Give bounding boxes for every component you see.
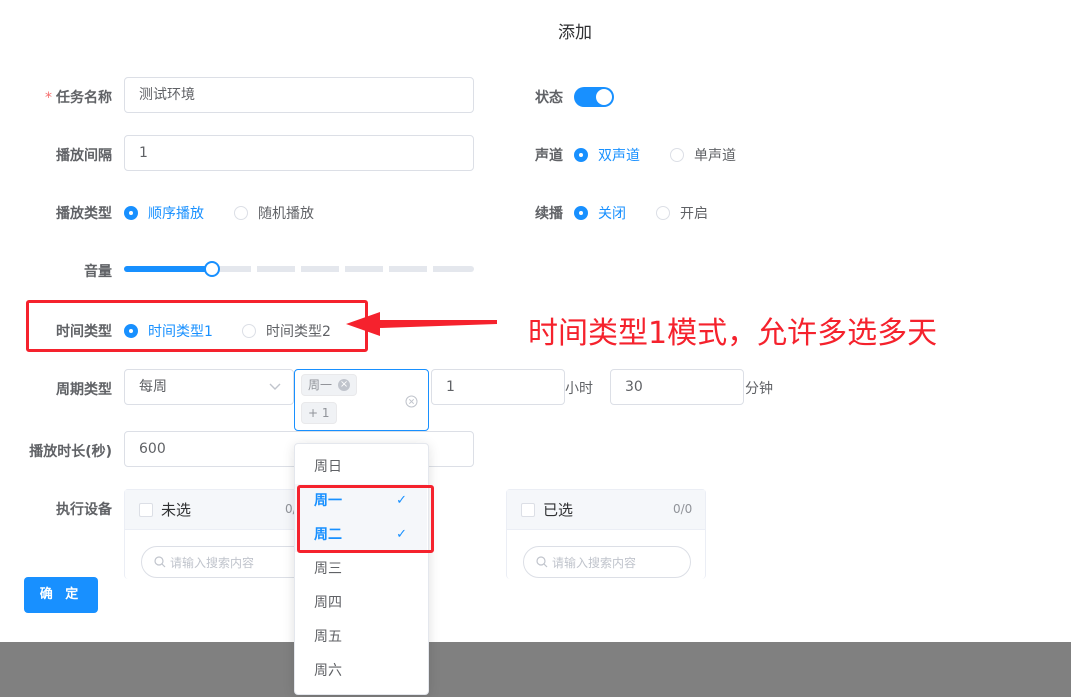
dropdown-option[interactable]: 周六 (295, 654, 427, 688)
radio-time-type-1[interactable]: 时间类型1 (124, 321, 213, 341)
status-switch[interactable] (574, 87, 614, 107)
weekday-tag: 周一 × (301, 374, 358, 396)
channel-label: 声道 (535, 148, 563, 164)
confirm-button[interactable]: 确 定 (24, 577, 98, 613)
radio-stereo-label: 双声道 (598, 148, 640, 164)
radio-mono[interactable]: 单声道 (670, 145, 736, 165)
slider-stop (295, 266, 301, 272)
chevron-down-icon (269, 383, 281, 390)
resume-label: 续播 (535, 206, 563, 222)
task-name-label-text: 任务名称 (56, 90, 112, 106)
transfer-right-title: 已选 (543, 501, 574, 519)
radio-resume-off-label: 关闭 (598, 206, 626, 222)
modal-overlay (0, 642, 1071, 697)
dropdown-option-label: 周五 (314, 629, 342, 645)
radio-dot (656, 206, 670, 220)
cycle-type-value: 每周 (139, 379, 167, 395)
time-type-label: 时间类型 (56, 324, 112, 340)
clear-icon[interactable] (405, 395, 418, 408)
interval-input[interactable]: 1 (124, 135, 474, 171)
radio-resume-off[interactable]: 关闭 (574, 203, 626, 223)
volume-label: 音量 (84, 264, 112, 280)
radio-time-type-1-label: 时间类型1 (148, 324, 213, 340)
hour-input[interactable]: 1 (431, 369, 565, 405)
volume-slider[interactable] (124, 261, 474, 277)
transfer-right-header: 已选 0/0 (507, 490, 705, 530)
volume-slider-fill (124, 266, 212, 272)
weekday-dropdown: 周日 周一 ✓ 周二 ✓ 周三 周四 周五 周六 (294, 443, 429, 695)
required-mark: * (45, 90, 52, 106)
task-name-input[interactable]: 测试环境 (124, 77, 474, 113)
transfer-left-title: 未选 (161, 501, 192, 519)
radio-random[interactable]: 随机播放 (234, 203, 314, 223)
dropdown-option[interactable]: 周日 (295, 450, 427, 484)
radio-resume-on[interactable]: 开启 (656, 203, 708, 223)
radio-dot-checked (124, 206, 138, 220)
radio-dot-checked (574, 206, 588, 220)
radio-time-type-2-label: 时间类型2 (266, 324, 331, 340)
minute-input[interactable]: 30 (610, 369, 744, 405)
hour-unit: 小时 (565, 381, 593, 397)
dialog-title: 添加 (558, 23, 592, 43)
cycle-type-label: 周期类型 (56, 382, 112, 398)
weekday-multiselect[interactable]: 周一 × + 1 (294, 369, 429, 431)
search-placeholder: 请输入搜索内容 (170, 555, 255, 570)
radio-mono-label: 单声道 (694, 148, 736, 164)
radio-dot-checked (574, 148, 588, 162)
annotation-text: 时间类型1模式，允许多选多天 (528, 316, 938, 351)
more-tag: + 1 (301, 402, 337, 424)
radio-sequential[interactable]: 顺序播放 (124, 203, 204, 223)
dropdown-option-label: 周三 (314, 561, 342, 577)
radio-dot (242, 324, 256, 338)
radio-dot-checked (124, 324, 138, 338)
annotation-highlight-box (297, 485, 434, 553)
minute-unit: 分钟 (745, 381, 773, 397)
dropdown-option-label: 周四 (314, 595, 342, 611)
search-placeholder: 请输入搜索内容 (552, 555, 637, 570)
search-icon (154, 556, 166, 568)
radio-sequential-label: 顺序播放 (148, 206, 204, 222)
slider-stop (383, 266, 389, 272)
slider-stop (427, 266, 433, 272)
transfer-right-panel: 已选 0/0 请输入搜索内容 (506, 489, 706, 579)
radio-random-label: 随机播放 (258, 206, 314, 222)
transfer-right-search[interactable]: 请输入搜索内容 (523, 546, 691, 578)
cycle-type-select[interactable]: 每周 (124, 369, 294, 405)
play-type-label: 播放类型 (56, 206, 112, 222)
slider-stop (339, 266, 345, 272)
transfer-right-count: 0/0 (673, 502, 693, 516)
search-icon (536, 556, 548, 568)
duration-label: 播放时长(秒) (29, 444, 112, 460)
task-name-label: * 任务名称 (30, 87, 112, 107)
radio-stereo[interactable]: 双声道 (574, 145, 640, 165)
volume-slider-handle[interactable] (204, 261, 220, 277)
slider-stop (251, 266, 257, 272)
dropdown-option[interactable]: 周四 (295, 586, 427, 620)
more-tag-label: + 1 (308, 406, 330, 420)
transfer-left-search[interactable]: 请输入搜索内容 (141, 546, 311, 578)
tag-close-icon[interactable]: × (338, 379, 351, 391)
annotation-arrow (346, 312, 497, 336)
select-all-checkbox[interactable] (521, 502, 535, 517)
radio-resume-on-label: 开启 (680, 206, 708, 222)
dropdown-option[interactable]: 周三 (295, 552, 427, 586)
radio-dot (234, 206, 248, 220)
radio-dot (670, 148, 684, 162)
dropdown-option-label: 周日 (314, 459, 342, 475)
dropdown-option[interactable]: 周五 (295, 620, 427, 654)
weekday-tag-label: 周一 (308, 378, 333, 392)
dropdown-option-label: 周六 (314, 663, 342, 679)
select-all-checkbox[interactable] (139, 502, 153, 517)
devices-label: 执行设备 (56, 502, 112, 518)
switch-knob (596, 89, 612, 105)
status-label: 状态 (535, 90, 563, 106)
radio-time-type-2[interactable]: 时间类型2 (242, 321, 331, 341)
interval-label: 播放间隔 (56, 148, 112, 164)
